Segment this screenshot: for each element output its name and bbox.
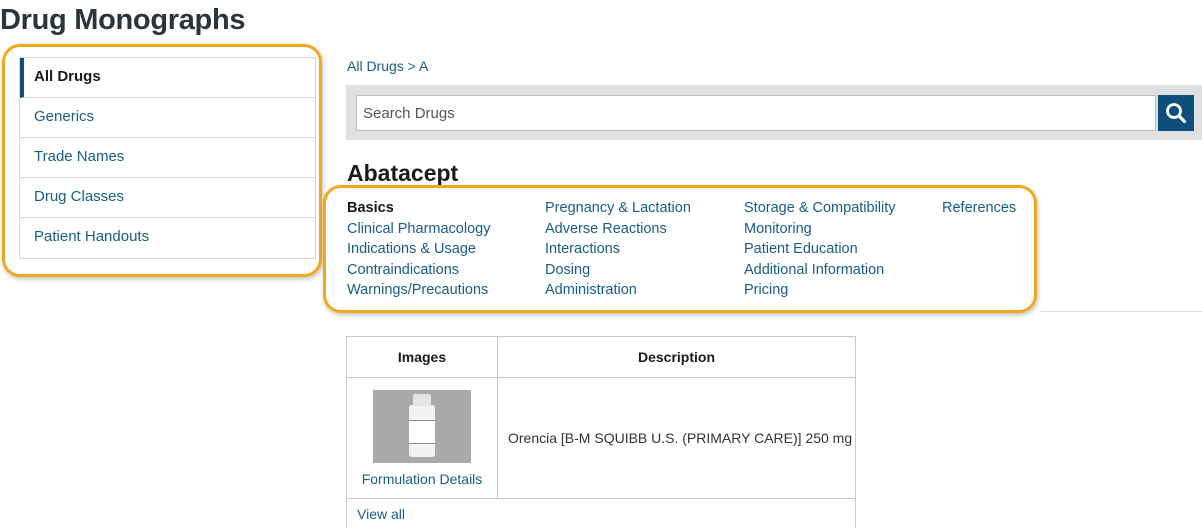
section-link-indications-usage[interactable]: Indications & Usage [347,239,490,260]
vial-cap [413,393,431,406]
drug-title: Abatacept [347,160,459,186]
sections-column-2: Pregnancy & Lactation Adverse Reactions … [545,198,691,301]
images-table: Images Description Formulation Details O… [346,336,856,528]
section-divider [1040,311,1202,312]
image-cell: Formulation Details [346,377,498,499]
table-row: Formulation Details Orencia [B-M SQUIBB … [346,377,856,499]
sections-column-4: References [942,198,1016,219]
search-button[interactable] [1158,95,1194,131]
section-link-clinical-pharmacology[interactable]: Clinical Pharmacology [347,219,490,240]
table-row-view-all: View all [346,498,856,528]
description-cell: Orencia [B-M SQUIBB U.S. (PRIMARY CARE)]… [497,377,856,499]
section-link-references[interactable]: References [942,198,1016,219]
sidebar-item-trade-names[interactable]: Trade Names [20,138,315,178]
section-link-administration[interactable]: Administration [545,280,691,301]
search-icon [1166,103,1187,124]
search-bar [346,85,1202,140]
section-link-monitoring[interactable]: Monitoring [744,219,896,240]
section-link-warnings-precautions[interactable]: Warnings/Precautions [347,280,490,301]
section-link-adverse-reactions[interactable]: Adverse Reactions [545,219,691,240]
sidebar-item-generics[interactable]: Generics [20,98,315,138]
view-all-link[interactable]: View all [357,506,405,522]
section-link-interactions[interactable]: Interactions [545,239,691,260]
section-link-additional-information[interactable]: Additional Information [744,260,896,281]
breadcrumb: All Drugs > A [347,58,428,74]
section-link-patient-education[interactable]: Patient Education [744,239,896,260]
sidebar-item-patient-handouts[interactable]: Patient Handouts [20,218,315,258]
sidebar-nav: All Drugs Generics Trade Names Drug Clas… [19,57,316,259]
view-all-cell: View all [346,498,856,528]
breadcrumb-separator: > [403,58,419,74]
sidebar-item-drug-classes[interactable]: Drug Classes [20,178,315,218]
section-link-pricing[interactable]: Pricing [744,280,896,301]
section-link-storage-compatibility[interactable]: Storage & Compatibility [744,198,896,219]
description-header: Description [497,336,856,378]
search-input[interactable] [356,95,1156,131]
table-header-row: Images Description [346,336,856,378]
sidebar-item-all-drugs[interactable]: All Drugs [20,58,315,98]
section-link-dosing[interactable]: Dosing [545,260,691,281]
images-header: Images [346,336,498,378]
drug-vial-image[interactable] [373,389,471,463]
section-link-basics[interactable]: Basics [347,198,490,219]
section-link-pregnancy-lactation[interactable]: Pregnancy & Lactation [545,198,691,219]
section-link-contraindications[interactable]: Contraindications [347,260,490,281]
breadcrumb-all-drugs-link[interactable]: All Drugs [347,58,404,74]
breadcrumb-current-link[interactable]: A [419,58,428,74]
sections-column-3: Storage & Compatibility Monitoring Patie… [744,198,896,301]
vial-label [409,419,435,444]
sections-column-1: Basics Clinical Pharmacology Indications… [347,198,490,301]
page-title: Drug Monographs [0,4,246,36]
formulation-details-link[interactable]: Formulation Details [362,471,483,487]
